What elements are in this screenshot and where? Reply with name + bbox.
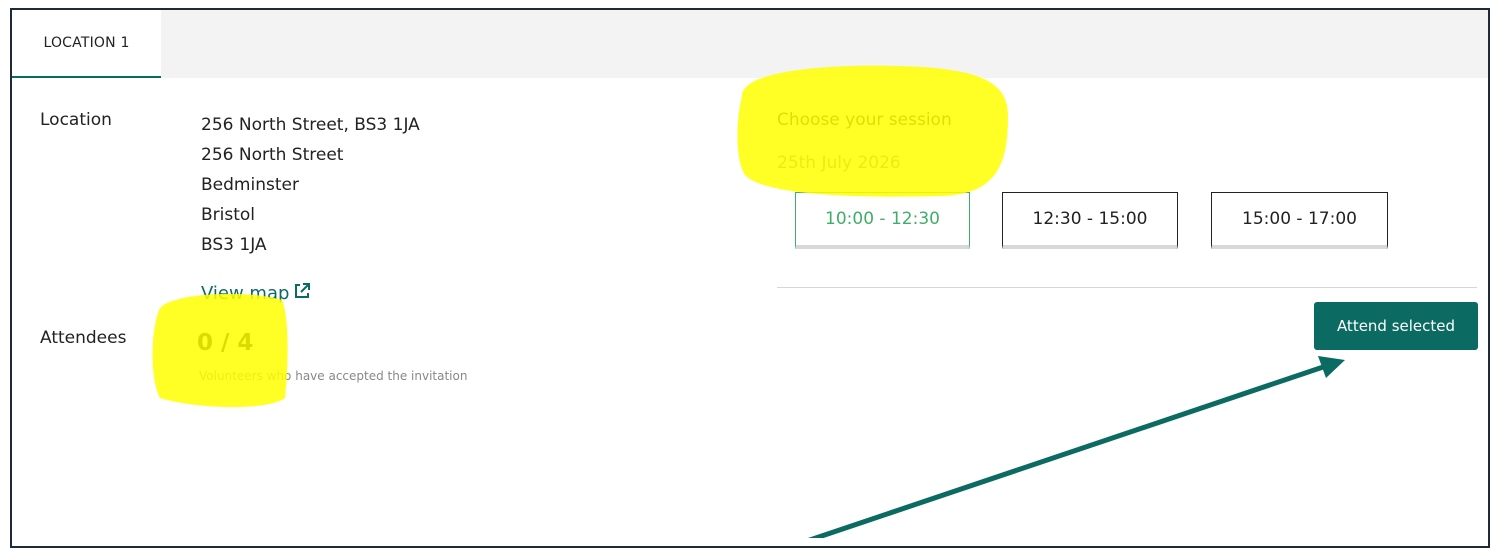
session-slot-3[interactable]: 15:00 - 17:00 [1211,192,1388,249]
address-line: BS3 1JA [201,235,267,255]
session-heading: Choose your session [777,110,952,130]
attendee-count: 0 / 4 [197,330,254,356]
session-slot-2[interactable]: 12:30 - 15:00 [1002,192,1178,249]
attendee-count-caption: Volunteers who have accepted the invitat… [199,369,468,383]
view-map-link[interactable]: View map [201,282,311,305]
view-map-label: View map [201,283,290,304]
address-line: Bristol [201,205,256,225]
address-block: 256 North Street, BS3 1JA 256 North Stre… [201,110,420,260]
tab-location-1[interactable]: LOCATION 1 [12,10,161,78]
session-slot-1[interactable]: 10:00 - 12:30 [795,192,970,249]
tab-bar: LOCATION 1 [12,10,1488,78]
attend-selected-button[interactable]: Attend selected [1314,302,1478,350]
attendees-label: Attendees [40,328,127,348]
divider [777,287,1477,288]
address-line: Bedminster [201,175,299,195]
address-line: 256 North Street [201,145,344,165]
external-link-icon [293,282,311,305]
location-panel: LOCATION 1 Location 256 North Street, BS… [10,8,1490,548]
location-label: Location [40,110,112,130]
session-date: 25th July 2026 [777,153,901,173]
address-line: 256 North Street, BS3 1JA [201,115,420,135]
